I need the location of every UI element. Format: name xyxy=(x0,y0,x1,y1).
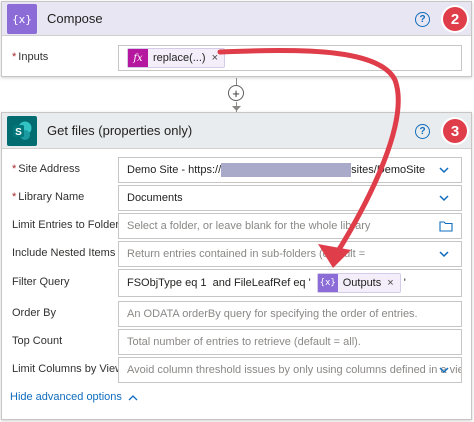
folder-icon[interactable] xyxy=(439,220,453,232)
outputs-token[interactable]: {x} Outputs × xyxy=(316,273,401,293)
library-name-row: * Library Name Documents xyxy=(2,185,471,211)
step-badge: 2 xyxy=(443,7,467,31)
hide-advanced-options-label: Hide advanced options xyxy=(10,391,122,403)
top-count-placeholder: Total number of entries to retrieve (def… xyxy=(127,336,361,348)
get-files-title: Get files (properties only) xyxy=(47,123,193,138)
site-address-dropdown[interactable]: Demo Site - https:// sites/DemoSite xyxy=(118,157,462,183)
filter-query-value: FSObjType eq 1 and FileLeafRef eq ' xyxy=(127,277,311,289)
site-address-label: * Site Address xyxy=(12,163,81,175)
token-remove-icon[interactable]: × xyxy=(212,52,218,64)
replace-expression-token[interactable]: fx replace(...) × xyxy=(127,48,226,68)
top-count-input[interactable]: Total number of entries to retrieve (def… xyxy=(118,329,462,355)
library-name-dropdown[interactable]: Documents xyxy=(118,185,462,211)
compose-variable-icon: {x} xyxy=(317,274,338,292)
get-files-card-header[interactable]: S Get files (properties only) ? 3 xyxy=(2,113,471,149)
hide-advanced-options-link[interactable]: Hide advanced options xyxy=(10,391,138,403)
svg-text:S: S xyxy=(15,127,22,138)
site-address-suffix: sites/DemoSite xyxy=(351,164,426,176)
limit-folder-placeholder: Select a folder, or leave blank for the … xyxy=(127,220,371,232)
limit-columns-dropdown[interactable]: Avoid column threshold issues by only us… xyxy=(118,357,462,383)
order-by-label: Order By xyxy=(12,307,57,319)
compose-title: Compose xyxy=(47,11,103,26)
top-count-row: Top Count Total number of entries to ret… xyxy=(2,329,471,355)
chevron-down-icon[interactable] xyxy=(439,366,449,374)
token-label: replace(...) xyxy=(153,52,206,64)
token-label: Outputs xyxy=(342,277,382,289)
help-icon[interactable]: ? xyxy=(415,12,430,27)
order-by-input[interactable]: An ODATA orderBy query for specifying th… xyxy=(118,301,462,327)
site-address-row: * Site Address Demo Site - https:// sites… xyxy=(2,157,471,183)
inputs-field[interactable]: fx replace(...) × xyxy=(118,45,462,71)
filter-query-suffix: ' xyxy=(403,277,406,289)
library-name-value: Documents xyxy=(127,192,183,204)
limit-folder-input[interactable]: Select a folder, or leave blank for the … xyxy=(118,213,462,239)
filter-query-row: Filter Query FSObjType eq 1 and FileLeaf… xyxy=(2,269,471,297)
sharepoint-icon: S xyxy=(7,115,37,146)
limit-columns-label: Limit Columns by View xyxy=(12,363,124,375)
limit-folder-row: Limit Entries to Folder Select a folder,… xyxy=(2,213,471,239)
step-badge: 3 xyxy=(443,119,467,143)
inputs-row: * Inputs fx replace(...) × xyxy=(2,45,471,71)
chevron-down-icon[interactable] xyxy=(439,166,449,174)
limit-columns-placeholder: Avoid column threshold issues by only us… xyxy=(127,364,462,376)
inputs-label: * Inputs xyxy=(12,51,49,63)
get-files-action-card: S Get files (properties only) ? 3 * Site … xyxy=(1,112,472,420)
compose-variable-icon: {x} xyxy=(7,3,37,34)
fx-icon: fx xyxy=(128,49,148,67)
flow-designer-canvas: {x} Compose ? 2 * Inputs fx replace(...) … xyxy=(0,0,474,422)
order-by-row: Order By An ODATA orderBy query for spec… xyxy=(2,301,471,327)
top-count-label: Top Count xyxy=(12,335,63,347)
nested-items-label: Include Nested Items xyxy=(12,247,116,259)
compose-card-header[interactable]: {x} Compose ? 2 xyxy=(2,2,471,36)
add-step-plus-icon[interactable]: + xyxy=(228,85,244,101)
limit-columns-row: Limit Columns by View Avoid column thres… xyxy=(2,357,471,383)
limit-folder-label: Limit Entries to Folder xyxy=(12,219,119,231)
chevron-up-icon xyxy=(128,394,138,400)
compose-action-card: {x} Compose ? 2 * Inputs fx replace(...) … xyxy=(1,1,472,77)
chevron-down-icon[interactable] xyxy=(439,194,449,202)
help-icon[interactable]: ? xyxy=(415,124,430,139)
chevron-down-icon[interactable] xyxy=(439,250,449,258)
nested-items-row: Include Nested Items Return entries cont… xyxy=(2,241,471,267)
svg-text:{x}: {x} xyxy=(13,13,31,26)
filter-query-input[interactable]: FSObjType eq 1 and FileLeafRef eq ' {x} … xyxy=(118,269,462,297)
library-name-label: * Library Name xyxy=(12,191,85,203)
filter-query-label: Filter Query xyxy=(12,276,70,288)
token-remove-icon[interactable]: × xyxy=(387,277,393,289)
redacted-block xyxy=(221,163,352,177)
site-address-value: Demo Site - https:// xyxy=(127,164,222,176)
nested-items-placeholder: Return entries contained in sub-folders … xyxy=(127,248,366,260)
order-by-placeholder: An ODATA orderBy query for specifying th… xyxy=(127,308,418,320)
nested-items-dropdown[interactable]: Return entries contained in sub-folders … xyxy=(118,241,462,267)
